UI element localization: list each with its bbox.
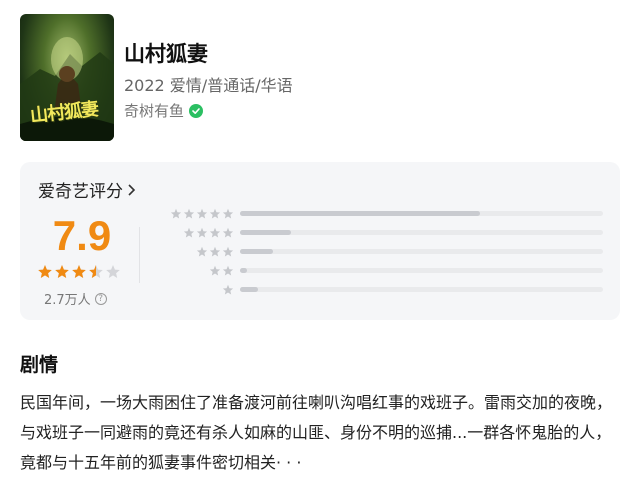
rating-card: 爱奇艺评分 7.9 2.7万人 ? (20, 162, 620, 320)
distribution-bar (240, 230, 291, 235)
distribution-bar (240, 268, 248, 273)
distribution-bar-track (240, 230, 603, 235)
distribution-stars (166, 284, 234, 296)
star-icon (183, 208, 195, 219)
star-icon (89, 265, 103, 278)
star-icon (196, 227, 208, 238)
distribution-stars (166, 227, 234, 239)
distribution-stars (166, 265, 234, 277)
rating-count-text: 2.7万人 (44, 293, 91, 308)
movie-title: 山村狐妻 (124, 42, 208, 66)
star-icon (55, 265, 69, 278)
plot-text: 民国年间，一场大雨困住了准备渡河前往喇叭沟唱红事的戏班子。雷雨交加的夜晚，与戏班… (20, 393, 613, 472)
star-icon (72, 265, 86, 278)
distribution-stars (166, 246, 234, 258)
distribution-row (166, 208, 603, 220)
distribution-row (166, 284, 603, 296)
distribution-bar (240, 211, 480, 216)
distribution-bar-track (240, 249, 603, 254)
star-icon (222, 246, 234, 257)
chevron-right-icon (128, 183, 136, 196)
rating-heading: 爱奇艺评分 (38, 182, 123, 202)
source-name: 奇树有鱼 (124, 102, 185, 120)
divider (139, 227, 140, 283)
rating-heading-link[interactable]: 爱奇艺评分 (38, 177, 137, 202)
check-circle-icon (189, 103, 204, 118)
star-icon (183, 227, 195, 238)
star-icon (222, 208, 234, 219)
movie-meta: 2022 爱情/普通话/华语 (124, 76, 293, 95)
distribution-bar-track (240, 211, 603, 216)
star-icon (209, 208, 221, 219)
distribution-stars (166, 208, 234, 220)
movie-poster[interactable]: 山村狐妻 (20, 14, 114, 141)
distribution-row (166, 265, 603, 277)
star-icon (222, 227, 234, 238)
movie-source[interactable]: 奇树有鱼 (124, 100, 204, 121)
star-icon (222, 284, 234, 295)
rating-count: 2.7万人 ? (44, 289, 107, 308)
star-icon (106, 265, 120, 278)
distribution-bar (240, 249, 273, 254)
distribution-row (166, 246, 603, 258)
star-icon (209, 227, 221, 238)
star-icon (38, 265, 52, 278)
rating-score: 7.9 (52, 212, 112, 259)
plot-heading: 剧情 (20, 354, 59, 376)
star-icon (170, 208, 182, 219)
star-icon (196, 208, 208, 219)
star-icon (222, 265, 234, 276)
star-icon (209, 246, 221, 257)
rating-stars (37, 264, 121, 280)
distribution-row (166, 227, 603, 239)
star-icon (209, 265, 221, 276)
distribution-bar-track (240, 268, 603, 273)
star-icon (196, 246, 208, 257)
distribution-bar (240, 287, 259, 292)
distribution-bar-track (240, 287, 603, 292)
help-icon[interactable]: ? (94, 292, 107, 305)
